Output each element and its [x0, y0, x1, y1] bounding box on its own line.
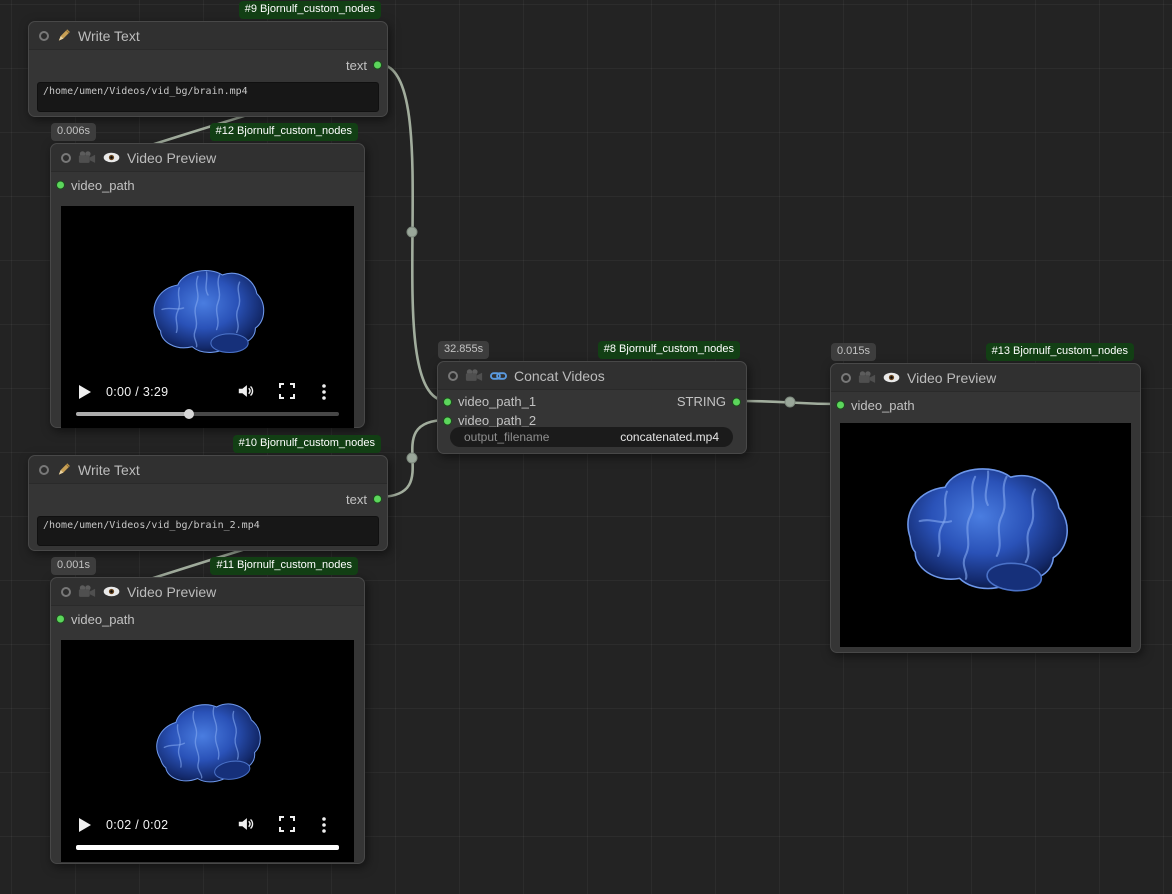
input-slot-label: video_path_2	[458, 413, 536, 428]
output-slot-label: text	[346, 58, 367, 73]
movie-camera-icon	[78, 150, 96, 165]
eye-icon	[103, 586, 120, 597]
volume-icon[interactable]	[237, 816, 255, 834]
node-title-bar[interactable]: Video Preview	[51, 578, 364, 606]
widget-value: concatenated.mp4	[620, 430, 719, 444]
node-title: Write Text	[78, 28, 140, 44]
node-title-bar[interactable]: Concat Videos	[438, 362, 746, 390]
link-icon	[490, 371, 507, 381]
link-midpoint-dot	[407, 227, 417, 237]
input-slot-label: video_path	[851, 398, 915, 413]
video-player[interactable]: 0:02 / 0:02	[61, 640, 354, 862]
node-title: Video Preview	[127, 584, 216, 600]
node-write-text-9[interactable]: #9 Bjornulf_custom_nodes Write Text text…	[28, 21, 388, 117]
video-time-display: 0:00 / 3:29	[106, 385, 168, 399]
input-slot-dot[interactable]	[56, 181, 65, 190]
output-slot-text: text	[29, 54, 387, 76]
link-midpoint-dot	[785, 397, 795, 407]
node-title: Video Preview	[127, 150, 216, 166]
kebab-menu-icon[interactable]	[321, 383, 339, 401]
movie-camera-icon	[78, 584, 96, 599]
node-title: Video Preview	[907, 370, 996, 386]
node-video-preview-11[interactable]: 0.001s #11 Bjornulf_custom_nodes Video P…	[50, 577, 365, 864]
input-slot-dot[interactable]	[836, 401, 845, 410]
video-time-display: 0:02 / 0:02	[106, 818, 168, 832]
node-id-badge: #13 Bjornulf_custom_nodes	[986, 343, 1134, 361]
input-slot-dot[interactable]	[443, 397, 452, 406]
execution-time-badge: 0.001s	[51, 557, 96, 575]
node-write-text-10[interactable]: #10 Bjornulf_custom_nodes Write Text tex…	[28, 455, 388, 551]
input-slot-label: video_path_1	[458, 394, 536, 409]
brain-video-frame	[865, 434, 1107, 627]
input-slot-video-path: video_path	[51, 174, 364, 196]
node-status-dot	[61, 587, 71, 597]
output-slot-label: text	[346, 492, 367, 507]
movie-camera-icon	[858, 370, 876, 385]
play-button[interactable]	[78, 817, 92, 833]
pencil-icon	[56, 462, 71, 477]
node-video-preview-13[interactable]: 0.015s #13 Bjornulf_custom_nodes Video P…	[830, 363, 1141, 653]
eye-icon	[883, 372, 900, 383]
node-video-preview-12[interactable]: 0.006s #12 Bjornulf_custom_nodes Video P…	[50, 143, 365, 428]
video-controls: 0:00 / 3:29	[76, 382, 339, 416]
text-input-widget[interactable]: /home/umen/Videos/vid_bg/brain.mp4	[37, 82, 379, 112]
execution-time-badge: 0.006s	[51, 123, 96, 141]
output-filename-widget[interactable]: output_filename concatenated.mp4	[450, 427, 733, 447]
input-slot-video-path: video_path	[51, 608, 364, 630]
output-slot-dot[interactable]	[373, 61, 382, 70]
node-id-badge: #8 Bjornulf_custom_nodes	[598, 341, 740, 359]
output-slot-label: STRING	[677, 394, 726, 409]
play-button[interactable]	[78, 384, 92, 400]
output-slot-dot[interactable]	[732, 397, 741, 406]
node-title-bar[interactable]: Write Text	[29, 22, 387, 50]
node-concat-videos-8[interactable]: 32.855s #8 Bjornulf_custom_nodes Concat …	[437, 361, 747, 454]
node-graph-canvas[interactable]: #9 Bjornulf_custom_nodes Write Text text…	[0, 0, 1172, 894]
fullscreen-icon[interactable]	[279, 816, 297, 834]
node-status-dot	[448, 371, 458, 381]
video-controls: 0:02 / 0:02	[76, 815, 339, 850]
link-concat-to-preview13	[740, 401, 840, 404]
slot-row-1: video_path_1 STRING	[438, 392, 746, 411]
input-slot-video-path: video_path	[831, 394, 1140, 416]
node-id-badge: #12 Bjornulf_custom_nodes	[210, 123, 358, 141]
pencil-icon	[56, 28, 71, 43]
progress-thumb[interactable]	[184, 409, 194, 419]
execution-time-badge: 32.855s	[438, 341, 489, 359]
execution-time-badge: 0.015s	[831, 343, 876, 361]
node-id-badge: #10 Bjornulf_custom_nodes	[233, 435, 381, 453]
node-id-badge: #11 Bjornulf_custom_nodes	[210, 557, 358, 575]
text-input-widget[interactable]: /home/umen/Videos/vid_bg/brain_2.mp4	[37, 516, 379, 546]
video-progress-bar[interactable]	[76, 412, 339, 416]
video-progress-bar[interactable]	[76, 845, 339, 850]
node-id-badge: #9 Bjornulf_custom_nodes	[239, 1, 381, 19]
input-slot-dot[interactable]	[56, 615, 65, 624]
input-slot-dot[interactable]	[443, 416, 452, 425]
node-title-bar[interactable]: Video Preview	[831, 364, 1140, 392]
video-player[interactable]	[840, 423, 1131, 647]
input-slot-label: video_path	[71, 612, 135, 627]
brain-video-frame	[125, 676, 290, 812]
link-midpoint-dot	[407, 453, 417, 463]
widget-label: output_filename	[464, 430, 549, 444]
node-title: Write Text	[78, 462, 140, 478]
node-status-dot	[61, 153, 71, 163]
volume-icon[interactable]	[237, 383, 255, 401]
node-title-bar[interactable]: Video Preview	[51, 144, 364, 172]
node-title: Concat Videos	[514, 368, 605, 384]
video-player[interactable]: 0:00 / 3:29	[61, 206, 354, 428]
link-writetext9-to-concat	[378, 64, 447, 401]
input-slot-label: video_path	[71, 178, 135, 193]
brain-video-frame	[129, 252, 287, 374]
output-slot-text: text	[29, 488, 387, 510]
fullscreen-icon[interactable]	[279, 383, 297, 401]
kebab-menu-icon[interactable]	[321, 816, 339, 834]
output-slot-dot[interactable]	[373, 495, 382, 504]
movie-camera-icon	[465, 368, 483, 383]
node-status-dot	[841, 373, 851, 383]
node-status-dot	[39, 465, 49, 475]
node-status-dot	[39, 31, 49, 41]
node-title-bar[interactable]: Write Text	[29, 456, 387, 484]
eye-icon	[103, 152, 120, 163]
